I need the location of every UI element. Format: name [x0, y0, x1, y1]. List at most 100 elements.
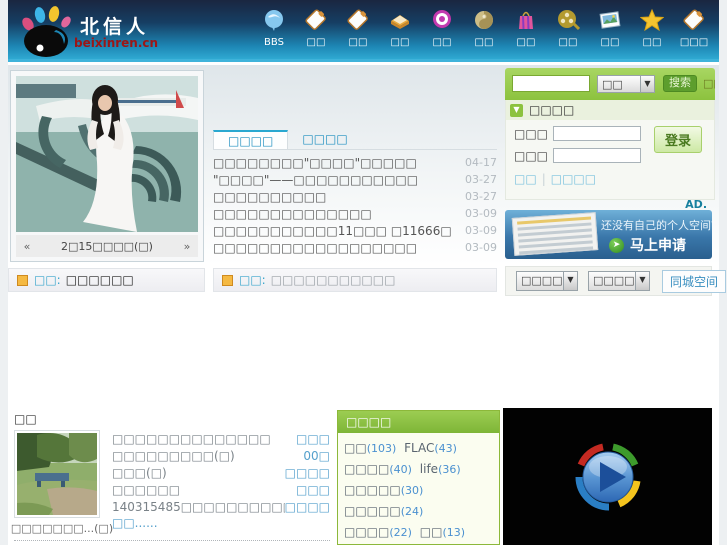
section-title[interactable]: □□□□□□□□□□□ — [271, 273, 396, 287]
slideshow-caption[interactable]: 2□15□□□□(□) — [38, 240, 176, 253]
chevron-down-icon[interactable]: ▼ — [635, 272, 649, 290]
go-arrow-icon: ➤ — [609, 237, 624, 253]
nav-item-7[interactable]: □□ — [547, 6, 589, 48]
news-row: □□□□□□□□"□□□□"□□□□□ 04-17 — [213, 154, 497, 171]
hot-thumbnail[interactable] — [14, 430, 100, 518]
hot-item-link[interactable]: 00□ — [303, 449, 330, 463]
clipboard-icon — [673, 6, 715, 34]
username-row: □□□ — [514, 126, 642, 141]
login-panel: ▼ □□□□ □□□ □□□ 登录 □□ | □□□□ — [505, 100, 715, 200]
news-title[interactable]: □□□□□□□□□□□11□□□ □11666□ — [213, 224, 455, 238]
section-header-right: □□: □□□□□□□□□□□ — [213, 268, 497, 292]
hot-item-title[interactable]: □□□□□□□□□□□□□□ — [112, 432, 296, 446]
nav-item-10[interactable]: □□□ — [673, 6, 715, 48]
nav-item-1[interactable]: □□ — [295, 6, 337, 48]
city-select-2-value: □□□□ — [593, 274, 635, 287]
video-player[interactable] — [503, 408, 712, 545]
tag-link[interactable]: □□(13) — [420, 525, 465, 539]
media-player-logo-icon — [575, 443, 640, 510]
password-row: □□□ — [514, 148, 642, 163]
search-input[interactable] — [512, 75, 590, 92]
list-item: □□□□□□□□□(□) 00□ — [112, 447, 330, 464]
register-link[interactable]: □□ — [514, 172, 537, 186]
nav-item-3[interactable]: □□ — [379, 6, 421, 48]
slideshow-next-button[interactable]: » — [176, 240, 198, 253]
hot-item-title[interactable]: □□□□□□□□□(□) — [112, 449, 303, 463]
login-title: □□□□ — [529, 103, 575, 117]
hot-item-title[interactable]: 140315485□□□□□□□□□□(□) — [112, 500, 285, 514]
section-prefix[interactable]: □□: — [34, 273, 61, 287]
news-title[interactable]: □□□□□□□□□□□□□□□□□□ — [213, 241, 455, 255]
slideshow-prev-button[interactable]: « — [16, 240, 38, 253]
clipboard-icon — [337, 6, 379, 34]
harbor-photo-image — [16, 76, 198, 232]
hot-item-link[interactable]: □□□ — [296, 432, 330, 446]
news-tab-0[interactable]: □□□□ — [213, 130, 289, 149]
lollipop-icon — [421, 6, 463, 34]
city-select-2[interactable]: □□□□ ▼ — [588, 271, 650, 291]
nav-item-4[interactable]: □□ — [421, 6, 463, 48]
nav-label: □□ — [600, 37, 620, 48]
nav-label: □□ — [558, 37, 578, 48]
news-title[interactable]: "□□□□"——□□□□□□□□□□□ — [213, 173, 455, 187]
main-nav: BBS □□ □□ □□ □□ □□ □□ □□ □□ □□ □□□ — [253, 6, 715, 48]
ad-banner[interactable]: 还没有自己的个人空间？ ➤ 马上申请 — [505, 210, 712, 259]
tag-link[interactable]: life(36) — [420, 462, 461, 476]
news-date: 03-09 — [465, 224, 497, 237]
username-field[interactable] — [553, 126, 642, 141]
nav-label: □□□ — [679, 37, 709, 48]
tag-link[interactable]: □□□□□(24) — [344, 504, 423, 518]
hot-item-title[interactable]: □□□□□□ — [112, 483, 296, 497]
tag-link[interactable]: □□□□(40) — [344, 462, 412, 476]
login-button[interactable]: 登录 — [654, 126, 702, 153]
section-title[interactable]: □□□□□□ — [66, 273, 134, 287]
list-item: □□□(□) □□□□ — [112, 464, 330, 481]
news-tab-1[interactable]: □□□□ — [288, 130, 361, 149]
news-title[interactable]: □□□□□□□□□□□□□□ — [213, 207, 455, 221]
nav-item-5[interactable]: □□ — [463, 6, 505, 48]
section-prefix[interactable]: □□: — [239, 273, 266, 287]
nav-label: □□ — [348, 37, 368, 48]
logo-mark-icon — [22, 6, 71, 57]
logo-title: 北信人 — [80, 16, 150, 38]
news-title[interactable]: □□□□□□□□"□□□□"□□□□□ — [213, 156, 455, 170]
tag-link[interactable]: □□(103) — [344, 441, 396, 455]
search-category-select[interactable]: □□ ▼ — [597, 75, 655, 93]
hot-more-link[interactable]: □□...... — [112, 516, 158, 530]
nav-item-9[interactable]: □□ — [631, 6, 673, 48]
collapse-arrow-icon[interactable]: ▼ — [510, 103, 523, 117]
advanced-search-link[interactable]: □□□ — [703, 77, 715, 90]
search-button[interactable]: 搜索 — [663, 75, 697, 92]
news-row: □□□□□□□□□□□11□□□ □11666□ 03-09 — [213, 222, 497, 239]
nav-item-6[interactable]: □□ — [505, 6, 547, 48]
tag-link[interactable]: □□□□□(30) — [344, 483, 423, 497]
chevron-down-icon[interactable]: ▼ — [640, 76, 654, 92]
hot-section-title: □□ — [14, 412, 37, 426]
hot-item-link[interactable]: □□□□ — [285, 466, 330, 480]
news-date: 03-09 — [465, 241, 497, 254]
hot-item-link[interactable]: □□□□ — [285, 500, 330, 514]
news-panel: □□□□ □□□□ □□□□□□□□"□□□□"□□□□□ 04-17 "□□□… — [213, 130, 497, 256]
city-space-link[interactable]: 同城空间 — [662, 269, 727, 293]
ad-apply[interactable]: ➤ 马上申请 — [609, 235, 686, 255]
site-logo[interactable]: 北信人 beixinren.cn — [18, 4, 198, 58]
nav-item-8[interactable]: □□ — [589, 6, 631, 48]
hot-item-link[interactable]: □□□ — [296, 483, 330, 497]
slideshow-photo[interactable] — [16, 76, 198, 232]
chevron-down-icon[interactable]: ▼ — [563, 272, 577, 290]
city-select-1[interactable]: □□□□ ▼ — [516, 271, 578, 291]
password-field[interactable] — [553, 148, 642, 163]
login-links: □□ | □□□□ — [514, 172, 596, 186]
tag-link[interactable]: FLAC(43) — [404, 441, 457, 455]
hot-item-title[interactable]: □□□(□) — [112, 466, 285, 480]
list-item: □□□□□□□□□□□□□□ □□□ — [112, 430, 330, 447]
news-date: 03-27 — [465, 173, 497, 186]
nav-item-bbs[interactable]: BBS — [253, 6, 295, 48]
nav-item-2[interactable]: □□ — [337, 6, 379, 48]
tag-link[interactable]: □□□□(22) — [344, 525, 412, 539]
city-select-1-value: □□□□ — [521, 274, 563, 287]
photo-slideshow: « 2□15□□□□(□) » — [10, 70, 204, 262]
forgot-password-link[interactable]: □□□□ — [551, 172, 596, 186]
city-selector-row: □□□□ ▼ □□□□ ▼ 同城空间 — [505, 266, 727, 296]
news-title[interactable]: □□□□□□□□□□ — [213, 190, 455, 204]
